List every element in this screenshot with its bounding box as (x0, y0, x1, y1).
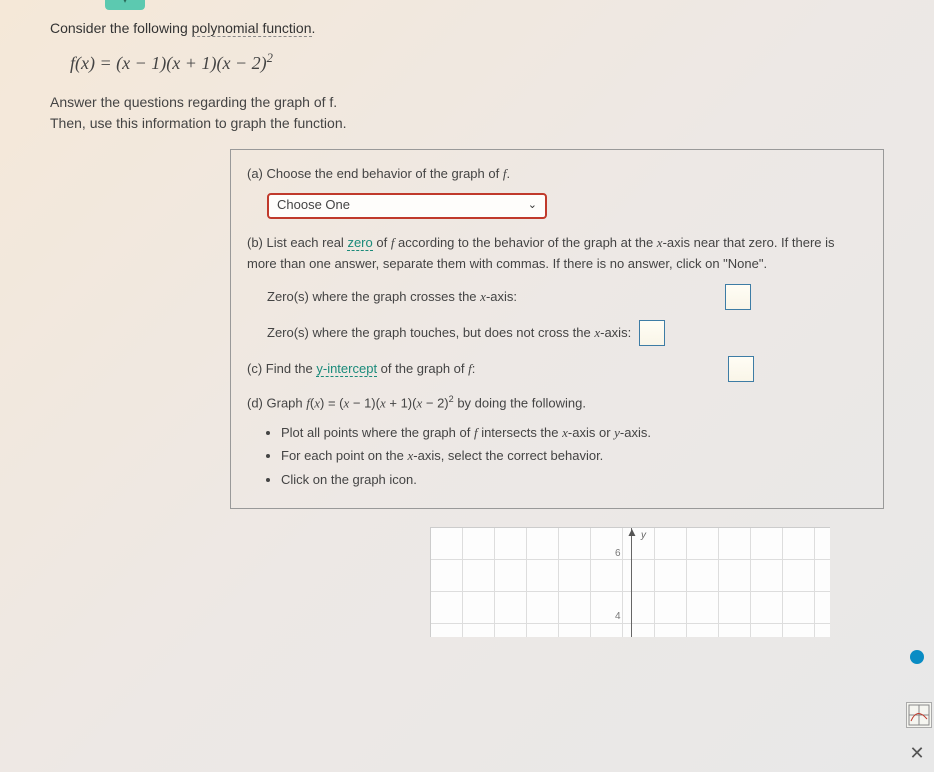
close-icon[interactable]: ✕ (906, 743, 928, 764)
crosses-input[interactable] (725, 284, 751, 310)
touches-label: Zero(s) where the graph touches, but doe… (267, 323, 631, 344)
main-equation: f(x) = (x − 1)(x + 1)(x − 2)2 (70, 51, 884, 74)
part-b-label: (b) List each real zero of f according t… (247, 233, 867, 275)
part-d-bullets: Plot all points where the graph of f int… (281, 423, 867, 491)
instruction-line1: Answer the questions regarding the graph… (50, 94, 337, 110)
dropdown-tab[interactable]: ▾ (105, 0, 145, 10)
crosses-label: Zero(s) where the graph crosses the x-ax… (267, 287, 517, 308)
tool-panel: ✕ (906, 225, 928, 764)
part-d-label: (d) Graph f(x) = (x − 1)(x + 1)(x − 2)2 … (247, 392, 867, 414)
graph-tool-icon[interactable] (906, 702, 932, 728)
tick-4: 4 (615, 611, 621, 622)
chevron-down-icon: ⌄ (528, 197, 537, 215)
touches-row: Zero(s) where the graph touches, but doe… (267, 320, 867, 346)
y-axis-label: y (641, 530, 646, 541)
graph-canvas[interactable]: ▲ y 6 4 (430, 527, 830, 637)
y-intercept-input[interactable] (728, 356, 754, 382)
part-a-label: (a) Choose the end behavior of the graph… (247, 164, 867, 185)
y-intercept-link[interactable]: y-intercept (316, 361, 377, 377)
bullet-3: Click on the graph icon. (281, 470, 867, 491)
intro-pre: Consider the following (50, 20, 192, 36)
point-tool-icon[interactable] (910, 650, 924, 664)
bullet-1: Plot all points where the graph of f int… (281, 423, 867, 444)
polynomial-link[interactable]: polynomial function (192, 20, 312, 37)
question-box: (a) Choose the end behavior of the graph… (230, 149, 884, 509)
instruction-line2: Then, use this information to graph the … (50, 115, 347, 131)
part-c-row: (c) Find the y-intercept of the graph of… (247, 356, 867, 382)
pb-pre: (b) List each real (247, 235, 347, 250)
touches-input[interactable] (639, 320, 665, 346)
zero-term-link[interactable]: zero (347, 235, 372, 251)
y-axis (631, 528, 632, 637)
arrow-up-icon: ▲ (626, 525, 638, 539)
dropdown-text: Choose One (277, 195, 350, 216)
part-c-label: (c) Find the y-intercept of the graph of… (247, 359, 475, 380)
intro-post: . (312, 20, 316, 36)
end-behavior-dropdown[interactable]: Choose One ⌄ (267, 193, 547, 219)
tick-6: 6 (615, 548, 621, 559)
bullet-2: For each point on the x-axis, select the… (281, 446, 867, 467)
intro-text: Consider the following polynomial functi… (50, 20, 884, 36)
crosses-row: Zero(s) where the graph crosses the x-ax… (267, 284, 867, 310)
instructions-block: Answer the questions regarding the graph… (50, 92, 884, 134)
